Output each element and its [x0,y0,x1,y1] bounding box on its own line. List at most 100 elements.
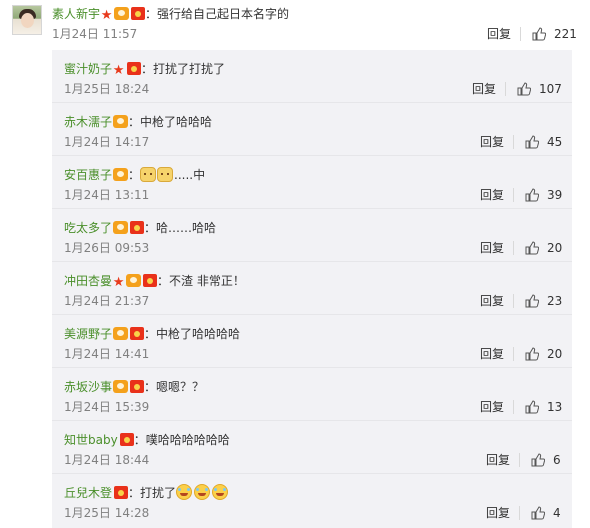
reply-text: .....中 [174,168,206,182]
thumbs-up-icon [532,27,546,41]
thumbs-up-icon [531,453,545,467]
reply-sep: ： [128,168,141,182]
reply-button[interactable]: 回复 [486,452,510,468]
vip-crown-icon[interactable] [126,274,142,287]
reply-text: ：打扰了 [128,486,177,500]
thumbs-up-icon [525,135,539,149]
thumbs-up-icon [525,188,539,202]
like-count: 4 [553,506,561,520]
reply-header: 赤木濡子 ：中枪了哈哈哈 [64,113,212,131]
reply-button[interactable]: 回复 [480,240,504,256]
vip-crown-icon[interactable] [113,380,129,393]
reply-item: 安百惠子 ： .....中 1月24日 13:11 回复 39 [52,156,572,209]
like-count: 6 [553,453,561,467]
reply-header: 美源野子 ：中枪了哈哈哈哈 [64,325,240,343]
reply-header: 安百惠子 ： .....中 [64,166,205,184]
thumbs-up-icon [525,347,539,361]
laughing-crying-icon [212,484,229,500]
red-packet-icon[interactable] [130,221,145,234]
reply-header: 冲田杏曼★ ：不渣 非常正！ [64,272,245,290]
reply-item: 赤木濡子 ：中枪了哈哈哈 1月24日 14:17 回复 45 [52,103,572,156]
like-button[interactable]: 221 [532,26,577,42]
like-button[interactable]: 6 [531,452,561,468]
reply-text: ：噗哈哈哈哈哈哈 [133,433,230,447]
vip-crown-icon[interactable] [113,327,129,340]
divider [513,347,514,361]
reply-header: 蜜汁奶子★ ：打扰了打扰了 [64,60,225,78]
divider [513,294,514,308]
reply-item: 丘兒木登 ：打扰了 1月25日 14:28 回复 4 [52,474,572,527]
like-button[interactable]: 107 [517,81,562,97]
red-packet-icon[interactable] [130,380,145,393]
divider [513,135,514,149]
red-packet-icon[interactable] [119,433,134,446]
reply-username[interactable]: 美源野子 [64,327,112,341]
divider [519,453,520,467]
like-button[interactable]: 23 [525,293,562,309]
divider [513,400,514,414]
star-badge-icon: ★ [100,8,113,23]
red-packet-icon[interactable] [114,486,129,499]
like-count: 23 [547,294,563,308]
like-button[interactable]: 45 [525,134,562,150]
red-packet-icon[interactable] [143,274,158,287]
divider [520,27,521,41]
avatar[interactable] [12,5,42,35]
like-button[interactable]: 20 [525,346,562,362]
reply-timestamp: 1月25日 18:24 [64,82,150,96]
like-button[interactable]: 4 [531,505,561,521]
reply-button[interactable]: 回复 [487,26,511,42]
vip-crown-icon[interactable] [113,168,129,181]
reply-timestamp: 1月24日 18:44 [64,453,150,467]
reply-button[interactable]: 回复 [480,346,504,362]
star-badge-icon: ★ [112,275,125,290]
thumbs-up-icon [525,400,539,414]
like-button[interactable]: 39 [525,187,562,203]
cat-face-icon [140,167,157,182]
reply-button[interactable]: 回复 [480,293,504,309]
divider [505,82,506,96]
red-packet-icon[interactable] [130,327,145,340]
reply-username[interactable]: 知世baby [64,433,118,447]
like-button[interactable]: 20 [525,240,562,256]
divider [513,241,514,255]
reply-list: 蜜汁奶子★ ：打扰了打扰了 1月25日 18:24 回复 107 赤木濡子 ：中枪了… [52,50,572,528]
reply-item: 美源野子 ：中枪了哈哈哈哈 1月24日 14:41 回复 20 [52,315,572,368]
like-button[interactable]: 13 [525,399,562,415]
main-comment-text: ：强行给自己起日本名字的 [145,7,290,21]
reply-timestamp: 1月25日 14:28 [64,506,150,520]
reply-item: 吃太多了 ：哈……哈哈 1月26日 09:53 回复 20 [52,209,572,262]
reply-item: 知世baby ：噗哈哈哈哈哈哈 1月24日 18:44 回复 6 [52,421,572,474]
vip-crown-icon[interactable] [113,115,129,128]
like-count: 20 [547,241,563,255]
red-packet-icon[interactable] [131,7,146,20]
reply-username[interactable]: 安百惠子 [64,168,112,182]
reply-timestamp: 1月24日 14:17 [64,135,150,149]
reply-button[interactable]: 回复 [486,505,510,521]
star-badge-icon: ★ [112,63,125,78]
reply-item: 冲田杏曼★ ：不渣 非常正！ 1月24日 21:37 回复 23 [52,262,572,315]
reply-button[interactable]: 回复 [480,187,504,203]
cat-face-icon [157,167,174,182]
vip-crown-icon[interactable] [113,221,129,234]
reply-username[interactable]: 赤坂沙事 [64,380,112,394]
laughing-crying-icon [176,484,193,500]
reply-username[interactable]: 冲田杏曼 [64,274,112,288]
reply-button[interactable]: 回复 [472,81,496,97]
reply-header: 知世baby ：噗哈哈哈哈哈哈 [64,431,230,449]
like-count: 221 [554,27,577,41]
thumbs-up-icon [525,294,539,308]
red-packet-icon[interactable] [127,62,142,75]
reply-text: ：哈……哈哈 [144,221,217,235]
main-comment-username[interactable]: 素人新宇 [52,7,100,21]
reply-username[interactable]: 丘兒木登 [64,486,112,500]
reply-button[interactable]: 回复 [480,134,504,150]
reply-username[interactable]: 蜜汁奶子 [64,62,112,76]
main-comment: 素人新宇★ ：强行给自己起日本名字的 1月24日 11:57 回复 221 [0,0,590,50]
reply-item: 赤坂沙事 ：嗯嗯？？ 1月24日 15:39 回复 13 [52,368,572,421]
vip-crown-icon[interactable] [114,7,130,20]
reply-username[interactable]: 赤木濡子 [64,115,112,129]
reply-timestamp: 1月26日 09:53 [64,241,150,255]
reply-username[interactable]: 吃太多了 [64,221,112,235]
reply-button[interactable]: 回复 [480,399,504,415]
